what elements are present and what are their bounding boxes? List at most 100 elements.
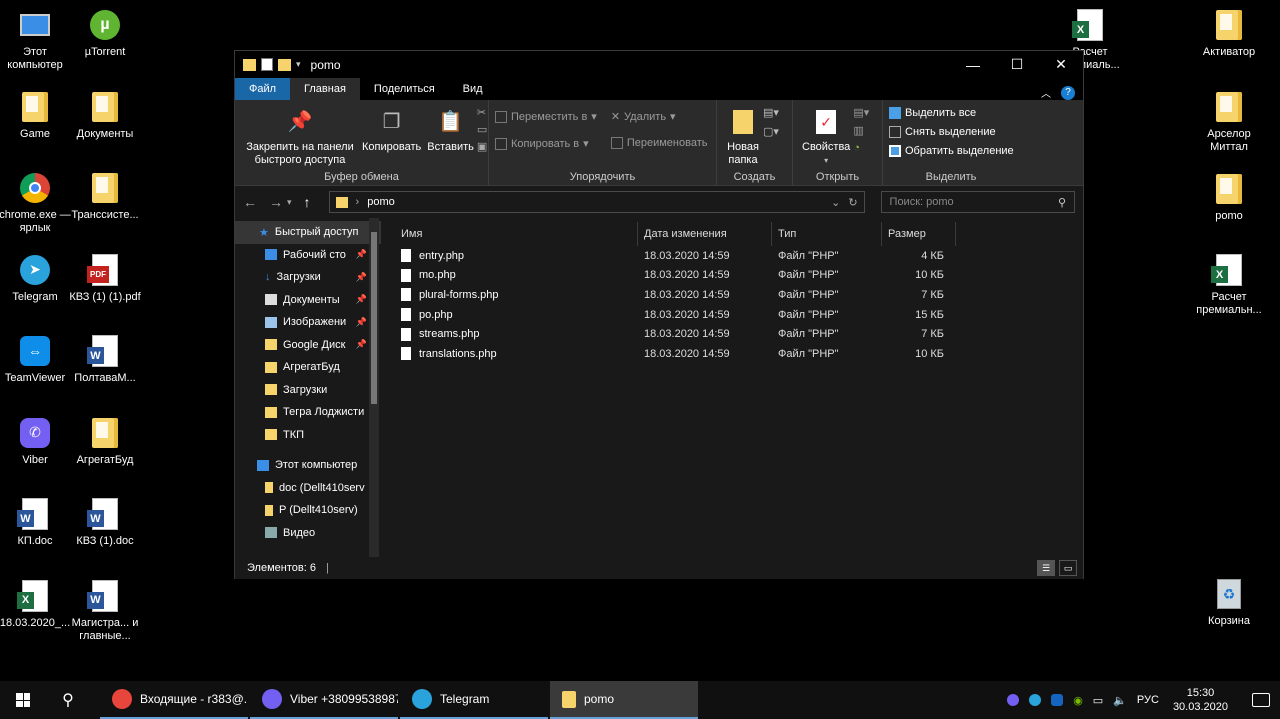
history-icon[interactable]: ◔ [853, 142, 869, 154]
nav-item[interactable]: Видео [235, 522, 381, 545]
nav-item[interactable]: doc (Dellt410serv [235, 477, 381, 500]
forward-arrow-icon[interactable]: → [269, 194, 283, 210]
taskbar-app[interactable]: Viber +380995389874 [250, 681, 398, 719]
nav-item[interactable]: Google Диск 📌 [235, 334, 381, 357]
desktop-icon[interactable]: Арселор Миттал [1191, 90, 1267, 154]
desktop-icon[interactable]: ♻ Корзина [1191, 577, 1267, 628]
column-date[interactable]: Дата изменения [638, 222, 772, 246]
desktop-icon[interactable]: X 18.03.2020_... [0, 579, 73, 630]
nav-item[interactable]: ТКП [235, 424, 381, 447]
select-none-button[interactable]: Снять выделение [889, 126, 1014, 138]
desktop-icon[interactable]: W Магистра... и главные... [67, 579, 143, 643]
open-icon[interactable]: ▤▾ [853, 106, 869, 119]
column-name[interactable]: Имя [381, 222, 638, 246]
nav-item[interactable]: Загрузки [235, 379, 381, 402]
rename-button[interactable]: Переименовать [610, 137, 707, 149]
collapse-ribbon-icon[interactable]: ︿ [1041, 85, 1051, 100]
file-row[interactable]: entry.php 18.03.2020 14:59 Файл "PHP" 4 КБ [381, 246, 1083, 266]
tab-view[interactable]: Вид [449, 78, 497, 100]
new-folder-quick-icon[interactable] [278, 58, 291, 71]
start-button[interactable] [0, 681, 46, 719]
new-item-icon[interactable]: ▤▾ [763, 106, 779, 119]
details-view-icon[interactable]: ☰ [1037, 560, 1055, 576]
notifications-icon[interactable] [1252, 693, 1270, 707]
desktop-icon[interactable]: ✆ Viber [0, 416, 73, 467]
taskbar-app[interactable]: Входящие - r383@... [100, 681, 248, 719]
search-icon[interactable]: ⚲ [46, 681, 90, 719]
address-bar[interactable]: › pomo ⌄ ↻ [328, 191, 865, 213]
taskbar-app[interactable]: Telegram [400, 681, 548, 719]
nav-item[interactable]: Изображени 📌 [235, 311, 381, 334]
search-box[interactable]: Поиск: pomo ⚲ [880, 191, 1075, 213]
tab-share[interactable]: Поделиться [360, 78, 449, 100]
file-row[interactable]: po.php 18.03.2020 14:59 Файл "PHP" 15 КБ [381, 305, 1083, 325]
desktop-icon[interactable]: Активатор [1191, 8, 1267, 59]
nav-item[interactable]: Этот компьютер [235, 454, 381, 477]
taskbar-app[interactable]: pomo [550, 681, 698, 719]
back-arrow-icon[interactable]: ← [243, 194, 257, 210]
desktop-icon[interactable]: Документы [67, 90, 143, 141]
easy-access-icon[interactable]: ▢▾ [763, 125, 779, 138]
properties-quick-icon[interactable] [261, 58, 273, 71]
nav-item[interactable]: ↓ Загрузки 📌 [235, 266, 381, 289]
nav-scrollbar[interactable] [369, 218, 379, 557]
up-arrow-icon[interactable]: ↑ [304, 194, 311, 210]
desktop-icon[interactable]: Этот компьютер [0, 8, 73, 72]
nav-item[interactable]: АгрегатБуд [235, 356, 381, 379]
file-row[interactable]: mo.php 18.03.2020 14:59 Файл "PHP" 10 КБ [381, 266, 1083, 286]
volume-icon[interactable]: 🔈 [1113, 694, 1127, 707]
file-row[interactable]: plural-forms.php 18.03.2020 14:59 Файл "PH… [381, 285, 1083, 305]
recent-dropdown-icon[interactable]: ▾ [287, 197, 292, 208]
select-all-button[interactable]: Выделить все [889, 107, 1014, 119]
desktop-icon[interactable]: ➤ Telegram [0, 253, 73, 304]
edit-icon[interactable]: ▥ [853, 124, 869, 137]
nav-item[interactable]: Рабочий сто 📌 [235, 244, 381, 267]
nav-item[interactable]: Тегра Лоджисти [235, 401, 381, 424]
minimize-button[interactable]: — [951, 51, 995, 78]
telegram-tray-icon[interactable] [1029, 694, 1042, 706]
paste-shortcut-icon[interactable]: ▣ [477, 140, 487, 153]
invert-selection-button[interactable]: Обратить выделение [889, 145, 1014, 157]
pin-quick-access-button[interactable]: 📌 Закрепить на панели быстрого доступа [241, 104, 359, 169]
file-row[interactable]: translations.php 18.03.2020 14:59 Файл "PH… [381, 344, 1083, 364]
column-size[interactable]: Размер [882, 222, 956, 246]
tab-file[interactable]: Файл [235, 78, 291, 100]
cut-icon[interactable]: ✂ [477, 106, 487, 119]
desktop-icon[interactable]: PDF КВЗ (1) (1).pdf [67, 253, 143, 304]
paste-button[interactable]: 📋 Вставить [424, 104, 477, 169]
tab-home[interactable]: Главная [290, 78, 360, 100]
close-button[interactable]: ✕ [1039, 51, 1083, 78]
viber-tray-icon[interactable] [1007, 694, 1020, 706]
file-row[interactable]: streams.php 18.03.2020 14:59 Файл "PHP" 7 К… [381, 324, 1083, 344]
clock[interactable]: 15:30 30.03.2020 [1173, 686, 1228, 714]
address-dropdown-icon[interactable]: ⌄ [831, 196, 840, 209]
desktop-icon[interactable]: W КП.doc [0, 497, 73, 548]
network-icon[interactable]: ▭ [1093, 694, 1103, 707]
move-to-button[interactable]: Переместить в ▾ [495, 110, 597, 123]
copy-button[interactable]: ❐ Копировать [359, 104, 424, 169]
new-folder-button[interactable]: Новая папка [723, 104, 763, 169]
bluetooth-icon[interactable] [1051, 694, 1064, 706]
desktop-icon[interactable]: Game [0, 90, 73, 141]
desktop-icon[interactable]: W КВЗ (1).doc [67, 497, 143, 548]
desktop-icon[interactable]: chrome.exe — ярлык [0, 171, 73, 235]
nav-item[interactable]: ★ Быстрый доступ [235, 221, 381, 244]
title-bar[interactable]: ▾ pomo — ☐ ✕ [235, 51, 1083, 78]
breadcrumb-pomo[interactable]: pomo [367, 196, 395, 208]
nav-scrollbar-thumb[interactable] [371, 232, 377, 404]
maximize-button[interactable]: ☐ [995, 51, 1039, 78]
desktop-icon[interactable]: X Расчет премиальн... [1191, 253, 1267, 317]
desktop-icon[interactable]: Транссисте... [67, 171, 143, 222]
column-type[interactable]: Тип [772, 222, 882, 246]
nav-item[interactable]: P (Dellt410serv) [235, 499, 381, 522]
large-icons-view-icon[interactable]: ▭ [1059, 560, 1077, 576]
copy-path-icon[interactable]: ▭ [477, 123, 487, 136]
desktop-icon[interactable]: W ПолтаваМ... [67, 334, 143, 385]
help-icon[interactable]: ? [1061, 85, 1075, 100]
refresh-icon[interactable]: ↻ [848, 196, 857, 209]
properties-button[interactable]: ✓ Свойства ▾ [799, 104, 853, 169]
nav-item[interactable]: Документы 📌 [235, 289, 381, 312]
desktop-icon[interactable]: pomo [1191, 172, 1267, 223]
copy-to-button[interactable]: Копировать в ▾ [495, 137, 597, 150]
quick-access-dropdown-icon[interactable]: ▾ [296, 59, 301, 70]
